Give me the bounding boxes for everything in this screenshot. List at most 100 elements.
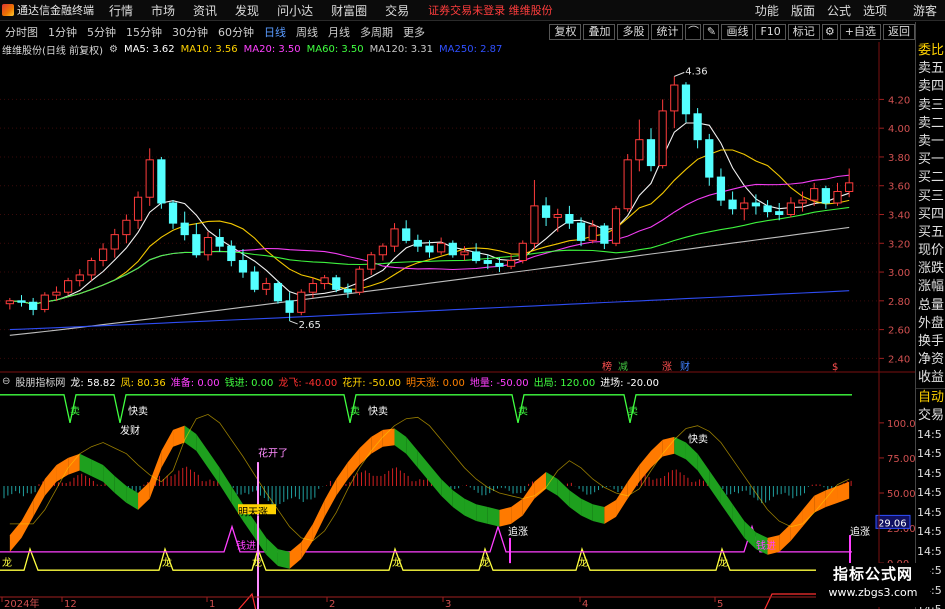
tool-button-2[interactable]: 多股 bbox=[617, 24, 650, 40]
tool-button-7[interactable]: +自选 bbox=[839, 24, 881, 40]
quote-field-11[interactable]: 现价 bbox=[916, 242, 945, 260]
price-tick-label-2: 3.80 bbox=[888, 153, 910, 164]
period-tab-8[interactable]: 月线 bbox=[323, 24, 355, 40]
menu-item-6[interactable]: 交易 bbox=[376, 2, 418, 19]
top-right-menu: 功能 版面 公式 选项 游客 bbox=[749, 2, 945, 19]
quote-field-1[interactable]: 卖五 bbox=[916, 60, 945, 78]
guest-link[interactable]: 游客 bbox=[907, 2, 945, 19]
candle-body-45 bbox=[530, 205, 539, 244]
price-tick-label-3: 3.60 bbox=[888, 182, 910, 193]
settings-gear-icon[interactable]: ⚙ bbox=[109, 44, 118, 55]
right-menu-item-1[interactable]: 版面 bbox=[785, 2, 821, 19]
right-menu-item-2[interactable]: 公式 bbox=[821, 2, 857, 19]
price-tick-label-1: 4.00 bbox=[888, 124, 910, 135]
pen-icon[interactable]: ✎ bbox=[703, 24, 720, 40]
event-mark-3: 财 bbox=[680, 360, 690, 373]
tool-button-3[interactable]: 统计 bbox=[651, 24, 684, 40]
menu-item-2[interactable]: 资讯 bbox=[184, 2, 226, 19]
quote-field-14[interactable]: 总量 bbox=[916, 297, 945, 315]
period-tab-7[interactable]: 周线 bbox=[291, 24, 323, 40]
quote-field-9[interactable]: 买四 bbox=[916, 206, 945, 224]
right-menu-item-0[interactable]: 功能 bbox=[749, 2, 785, 19]
ma-legend-item-4: MA120: 3.31 bbox=[369, 43, 434, 55]
tool-button-6[interactable]: 标记 bbox=[787, 24, 820, 40]
indicator-collapse-icon[interactable]: ⊖ bbox=[2, 376, 10, 387]
quote-field-15[interactable]: 外盘 bbox=[916, 315, 945, 333]
quote-field-3[interactable]: 卖三 bbox=[916, 97, 945, 115]
tick-time-1: 14:5 bbox=[917, 447, 942, 461]
quote-field-6[interactable]: 买一 bbox=[916, 151, 945, 169]
toolbar-gear-icon[interactable]: ⚙ bbox=[821, 24, 838, 40]
price-tick-label-5: 3.20 bbox=[888, 239, 910, 250]
osc-tick-label-1: 75.00 bbox=[887, 454, 915, 465]
candle-body-67 bbox=[786, 202, 795, 216]
period-tab-1[interactable]: 1分钟 bbox=[43, 24, 82, 40]
tool-button-4[interactable]: 画线 bbox=[721, 24, 754, 40]
panel-bottom-tab-1[interactable]: 交易 bbox=[916, 407, 945, 425]
quote-field-13[interactable]: 涨幅 bbox=[916, 278, 945, 296]
indicator-name[interactable]: 股朋指标网 bbox=[15, 374, 65, 389]
stock-name-label[interactable]: 维维股份(日线 前复权) bbox=[2, 42, 103, 57]
menu-item-5[interactable]: 财富圈 bbox=[322, 2, 376, 19]
period-tab-9[interactable]: 多周期 bbox=[355, 24, 398, 40]
indicator-legend-item-8: 出局: 120.00 bbox=[533, 377, 596, 389]
ann-mai-1: 卖 bbox=[350, 405, 360, 417]
panel-bottom-tab-0[interactable]: 自动 bbox=[916, 389, 945, 407]
menu-item-0[interactable]: 行情 bbox=[100, 2, 142, 19]
ma-legend-item-0: MA5: 3.62 bbox=[123, 43, 175, 55]
quote-field-2[interactable]: 卖四 bbox=[916, 78, 945, 96]
candle-body-38 bbox=[448, 242, 457, 256]
period-tab-6[interactable]: 日线 bbox=[259, 24, 291, 40]
candle-body-35 bbox=[413, 239, 422, 247]
watermark: 指标公式网 www.zbgs3.com bbox=[816, 563, 930, 607]
tool-button-0[interactable]: 复权 bbox=[549, 24, 582, 40]
candle-body-63 bbox=[740, 202, 749, 210]
app-logo: 通达信金融终端 bbox=[0, 2, 100, 18]
tool-button-5[interactable]: F10 bbox=[755, 24, 786, 40]
panel-tab-top[interactable] bbox=[916, 22, 945, 42]
candle-body-68 bbox=[798, 199, 807, 204]
candle-body-39 bbox=[460, 251, 469, 256]
draw-curve-icon[interactable]: ⌒ bbox=[685, 24, 702, 40]
candle-body-12 bbox=[145, 159, 154, 198]
tool-button-1[interactable]: 叠加 bbox=[583, 24, 616, 40]
candle-body-22 bbox=[262, 283, 271, 290]
indicator-legend-item-2: 准备: 0.00 bbox=[170, 377, 220, 389]
quote-field-10[interactable]: 买五 bbox=[916, 224, 945, 242]
candle-body-53 bbox=[623, 159, 632, 210]
period-tab-0[interactable]: 分时图 bbox=[0, 24, 43, 40]
quote-field-8[interactable]: 买三 bbox=[916, 188, 945, 206]
price-tick-label-7: 2.80 bbox=[888, 297, 910, 308]
quote-field-18[interactable]: 收益 bbox=[916, 369, 945, 387]
right-menu-item-3[interactable]: 选项 bbox=[857, 2, 893, 19]
ann-qianjin-2: 钱进 bbox=[756, 539, 776, 552]
period-tab-10[interactable]: 更多 bbox=[398, 24, 430, 40]
quote-field-5[interactable]: 卖一 bbox=[916, 133, 945, 151]
candle-body-36 bbox=[425, 245, 434, 253]
quote-field-16[interactable]: 换手 bbox=[916, 333, 945, 351]
kline-chart[interactable]: 4.20 4.00 3.80 3.60 3.40 3.20 3.00 2.80 2.60 2.40… bbox=[0, 42, 915, 609]
quote-field-17[interactable]: 净资 bbox=[916, 351, 945, 369]
quote-field-12[interactable]: 涨跌 bbox=[916, 260, 945, 278]
tool-button-8[interactable]: 返回 bbox=[883, 24, 915, 40]
login-status[interactable]: 证券交易未登录 维维股份 bbox=[428, 2, 553, 18]
menu-item-1[interactable]: 市场 bbox=[142, 2, 184, 19]
candle-body-37 bbox=[437, 242, 446, 253]
menu-item-3[interactable]: 发现 bbox=[226, 2, 268, 19]
period-tab-4[interactable]: 30分钟 bbox=[167, 24, 213, 40]
candle-body-0 bbox=[5, 300, 14, 305]
period-tab-5[interactable]: 60分钟 bbox=[213, 24, 259, 40]
indicator-legend: ⊖ 股朋指标网 龙: 58.82 凤: 80.36 准备: 0.00 钱进: 0.00… bbox=[2, 374, 659, 389]
quote-field-7[interactable]: 买二 bbox=[916, 169, 945, 187]
candle-body-15 bbox=[180, 222, 189, 236]
price-tick-label-9: 2.40 bbox=[888, 354, 910, 365]
period-tab-3[interactable]: 15分钟 bbox=[121, 24, 167, 40]
quote-field-0[interactable]: 委比 bbox=[916, 42, 945, 60]
ann-facai: 发财 bbox=[120, 424, 140, 437]
menu-item-4[interactable]: 问小达 bbox=[268, 2, 322, 19]
ann-mingtian: 明天涨 bbox=[238, 506, 268, 518]
candle-body-23 bbox=[273, 283, 283, 302]
x-tick-label-2: 1 bbox=[209, 599, 215, 609]
period-tab-2[interactable]: 5分钟 bbox=[82, 24, 121, 40]
quote-field-4[interactable]: 卖二 bbox=[916, 115, 945, 133]
